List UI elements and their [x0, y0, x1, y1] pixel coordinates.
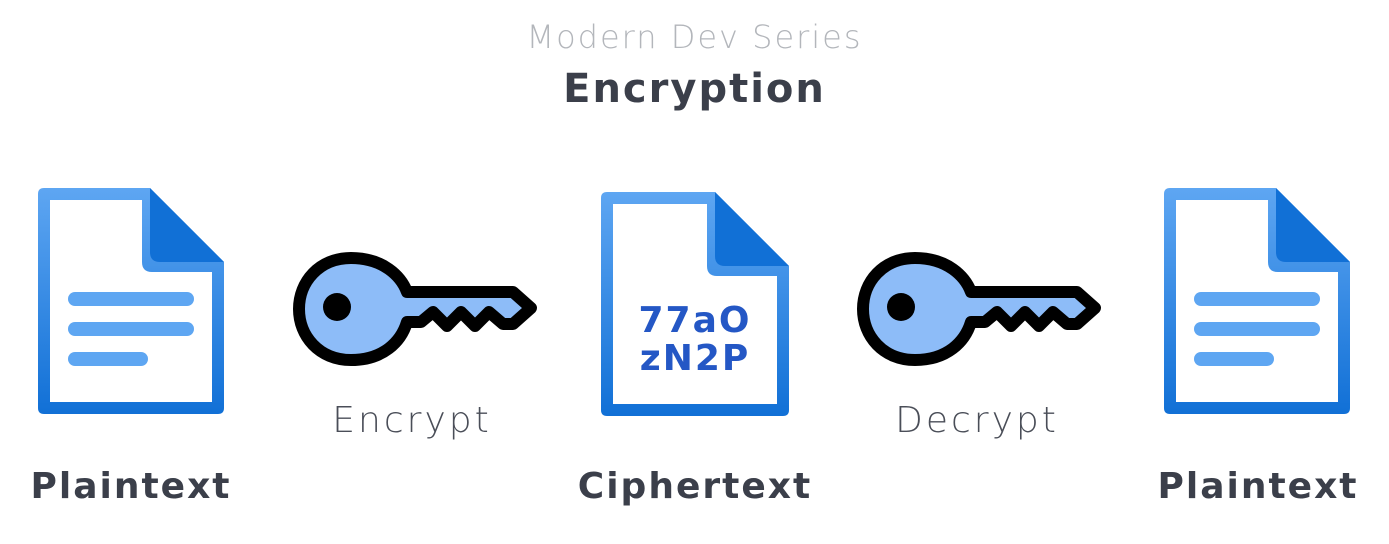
cipher-document-icon: 77aO zN2P [601, 192, 789, 416]
page-title: Encryption [563, 66, 826, 112]
plaintext-right-label: Plaintext [1157, 466, 1359, 507]
cipher-line-2: zN2P [640, 338, 751, 379]
document-icon [38, 188, 224, 414]
series-subtitle: Modern Dev Series [526, 18, 863, 56]
decrypt-label: Decrypt [895, 400, 1059, 441]
cipher-line-1: 77aO [639, 300, 752, 341]
key-icon [857, 252, 1101, 366]
ciphertext-label: Ciphertext [577, 466, 813, 507]
encrypt-label: Encrypt [332, 400, 492, 441]
plaintext-left-label: Plaintext [30, 466, 232, 507]
key-icon [293, 252, 537, 366]
document-icon [1164, 188, 1350, 414]
